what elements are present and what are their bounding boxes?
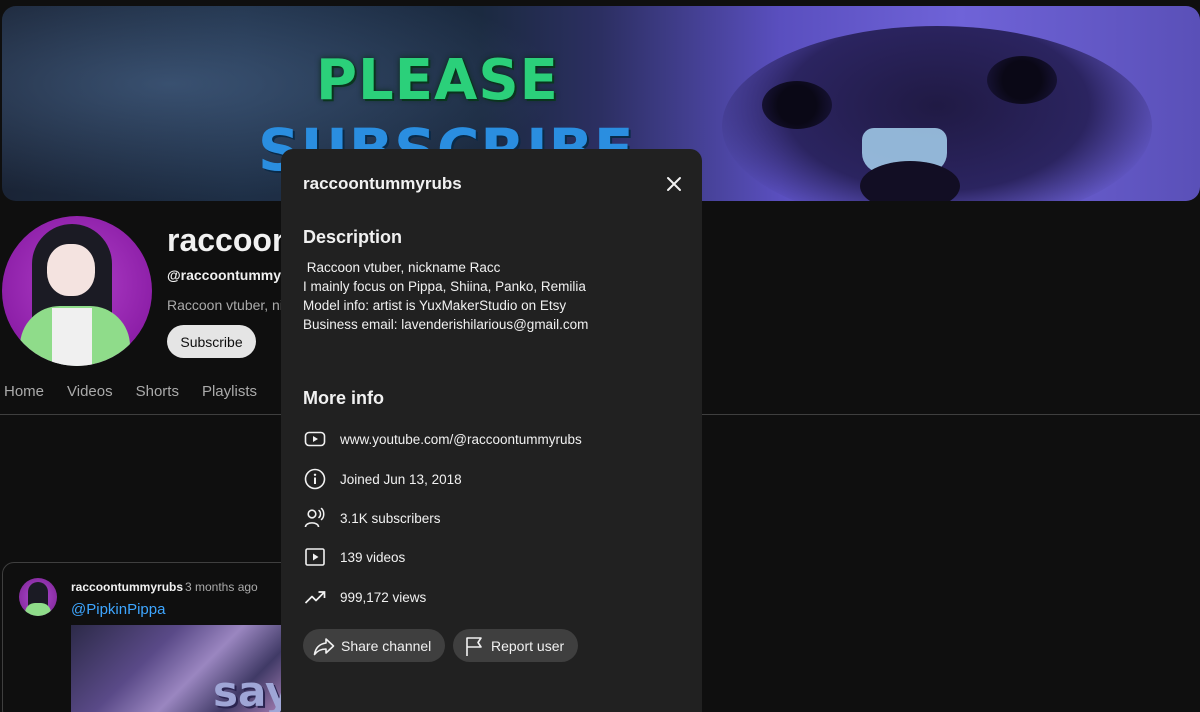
post-timestamp[interactable]: 3 months ago <box>185 580 258 594</box>
dialog-title: raccoontummyrubs <box>303 174 462 193</box>
avatar-face <box>47 244 95 296</box>
subscribe-button[interactable]: Subscribe <box>167 325 256 358</box>
report-user-button[interactable]: Report user <box>453 629 579 662</box>
share-icon <box>313 635 335 657</box>
description-text: Raccoon vtuber, nickname Racc I mainly f… <box>303 260 589 332</box>
flag-icon <box>463 635 485 657</box>
channel-url-link[interactable]: www.youtube.com/@raccoontummyrubs <box>340 432 582 447</box>
video-count: 139 videos <box>340 549 406 565</box>
close-icon <box>666 176 682 192</box>
info-row-url: www.youtube.com/@raccoontummyrubs <box>303 427 582 451</box>
tab-shorts[interactable]: Shorts <box>136 383 179 400</box>
info-row-subscribers: 3.1K subscribers <box>303 506 441 530</box>
tab-playlists[interactable]: Playlists <box>202 383 257 400</box>
channel-handle: @raccoontummyrul <box>167 267 299 283</box>
info-icon <box>303 467 327 491</box>
youtube-icon <box>303 427 327 451</box>
close-button[interactable] <box>661 171 687 197</box>
videos-icon <box>303 545 327 569</box>
post-avatar-body <box>25 603 51 616</box>
subscribers-icon <box>303 506 327 530</box>
banner-text-please: PLEASE <box>316 48 559 113</box>
post-author-name[interactable]: raccoontummyrubs <box>71 580 183 594</box>
post-mention-link[interactable]: @PipkinPippa <box>71 601 165 618</box>
tab-home[interactable]: Home <box>4 383 44 400</box>
info-row-joined: Joined Jun 13, 2018 <box>303 467 462 491</box>
channel-name: raccoon <box>167 222 292 258</box>
info-row-videos: 139 videos <box>303 545 405 569</box>
view-count: 999,172 views <box>340 589 427 605</box>
info-row-views: 999,172 views <box>303 585 426 609</box>
channel-avatar[interactable] <box>2 216 152 366</box>
joined-date: Joined Jun 13, 2018 <box>340 471 462 487</box>
avatar-shirt <box>52 308 92 366</box>
banner-raccoon-eye-left <box>762 81 832 129</box>
subscriber-count: 3.1K subscribers <box>340 510 441 526</box>
channel-description-preview[interactable]: Raccoon vtuber, nic <box>167 297 290 313</box>
channel-tabs: Home Videos Shorts Playlists <box>4 383 257 400</box>
about-dialog: raccoontummyrubs Description Raccoon vtu… <box>281 149 702 712</box>
share-channel-button[interactable]: Share channel <box>303 629 446 662</box>
report-user-label: Report user <box>491 637 565 654</box>
post-image[interactable]: say <box>71 625 286 712</box>
tab-videos[interactable]: Videos <box>67 383 113 400</box>
post-author-avatar[interactable] <box>19 578 57 616</box>
banner-raccoon-eye-right <box>987 56 1057 104</box>
description-heading: Description <box>303 227 403 247</box>
post-image-text: say <box>213 667 286 712</box>
share-channel-label: Share channel <box>341 637 432 654</box>
more-info-heading: More info <box>303 388 384 408</box>
trending-icon <box>303 585 327 609</box>
